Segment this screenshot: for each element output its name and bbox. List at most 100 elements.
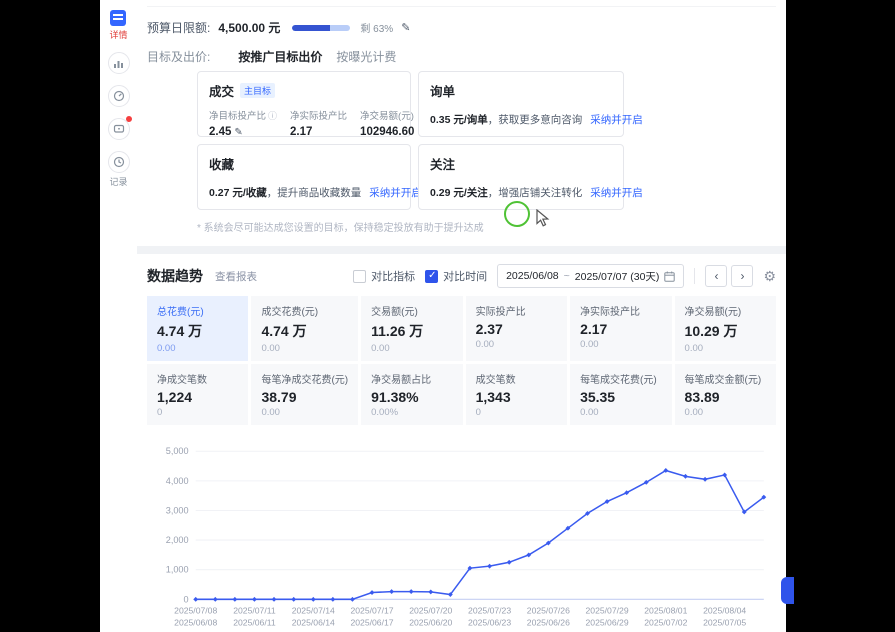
message-icon <box>108 118 130 140</box>
svg-text:1,000: 1,000 <box>166 565 189 575</box>
checkbox-unchecked-icon <box>353 270 366 283</box>
metric-card-cost-per-order[interactable]: 每笔成交花费(元)35.350.00 <box>570 364 671 425</box>
metric-card-orders[interactable]: 成交笔数1,3430 <box>466 364 567 425</box>
compare-metric-checkbox[interactable]: 对比指标 <box>353 268 415 284</box>
budget-progress-fill <box>292 25 330 31</box>
section-divider <box>137 246 786 254</box>
screen: 详情 记录 <box>0 0 895 632</box>
goal-card-title: 收藏 <box>209 154 234 173</box>
goal-card-deal[interactable]: 成交 主目标 净目标投产比ⓘ 2.45✎ 净实际投产比 2.17 <box>197 71 411 137</box>
budget-goal-section: 预算日限额: 4,500.00 元 剩 63% ✎ 目标及出价: 按推广目标出价… <box>147 6 776 234</box>
prev-period-button[interactable]: ‹ <box>705 265 727 287</box>
svg-text:2025/07/29: 2025/07/29 <box>586 606 629 616</box>
sidebar-item-detail[interactable]: 详情 <box>109 10 127 41</box>
budget-label: 预算日限额: <box>147 19 210 36</box>
metric-card-amount-per-order[interactable]: 每笔成交金额(元)83.890.00 <box>675 364 776 425</box>
metric-label: 净交易额(元) <box>360 108 414 122</box>
checkbox-checked-icon <box>425 270 438 283</box>
goal-cards-grid: 成交 主目标 净目标投产比ⓘ 2.45✎ 净实际投产比 2.17 <box>197 71 624 210</box>
sidebar-item-history[interactable]: 记录 <box>108 151 130 188</box>
sidebar-item-label: 详情 <box>109 28 127 41</box>
goal-card-follow: 关注 0.29 元/关注，增强店铺关注转化采纳并开启 <box>418 144 624 210</box>
goal-card-desc: 0.29 元/关注，增强店铺关注转化采纳并开启 <box>430 185 612 200</box>
history-icon <box>108 151 130 173</box>
budget-row: 预算日限额: 4,500.00 元 剩 63% ✎ <box>147 19 776 36</box>
svg-text:2025/06/08: 2025/06/08 <box>174 618 217 628</box>
view-report-link[interactable]: 查看报表 <box>215 269 257 284</box>
sidebar-item-diagnose[interactable] <box>108 85 130 107</box>
adopt-enable-link[interactable]: 采纳并开启 <box>369 187 422 199</box>
date-end: 2025/07/07 (30天) <box>575 269 660 284</box>
trend-section: 数据趋势 查看报表 对比指标 对比时间 2025/06/08 <box>147 264 776 632</box>
edit-roi-icon[interactable]: ✎ <box>234 127 242 138</box>
metric-card-total-spend[interactable]: 总花费(元)4.74 万0.00 <box>147 296 248 361</box>
trend-title: 数据趋势 <box>147 266 203 286</box>
metric-card-net-cost-per-order[interactable]: 每笔净成交花费(元)38.790.00 <box>251 364 358 425</box>
goal-bid-row: 目标及出价: 按推广目标出价 按曝光计费 <box>147 48 776 65</box>
svg-text:2025/07/05: 2025/07/05 <box>703 618 746 628</box>
goal-card-desc: 0.27 元/收藏，提升商品收藏数量采纳并开启 <box>209 185 399 200</box>
adopt-enable-link[interactable]: 采纳并开启 <box>590 114 643 126</box>
gauge-icon <box>108 85 130 107</box>
svg-text:2025/06/14: 2025/06/14 <box>292 618 335 628</box>
metric-card-net-gmv-ratio[interactable]: 净交易额占比91.38%0.00% <box>361 364 462 425</box>
sidebar-item-report[interactable] <box>108 52 130 74</box>
goal-card-title: 询单 <box>430 81 455 100</box>
goal-card-desc: 0.35 元/询单，获取更多意向咨询采纳并开启 <box>430 112 612 127</box>
next-period-button[interactable]: › <box>731 265 753 287</box>
goal-card-inquiry: 询单 0.35 元/询单，获取更多意向咨询采纳并开启 <box>418 71 624 137</box>
floating-side-button[interactable] <box>781 577 794 604</box>
svg-text:2025/07/23: 2025/07/23 <box>468 606 511 616</box>
sidebar-item-message[interactable] <box>108 118 130 140</box>
svg-text:3,000: 3,000 <box>166 505 189 515</box>
svg-text:2025/07/17: 2025/07/17 <box>350 606 393 616</box>
goal-card-title: 关注 <box>430 154 455 173</box>
divider <box>694 268 695 284</box>
trend-chart: 01,0002,0003,0004,0005,0002025/07/082025… <box>147 437 776 632</box>
svg-text:0: 0 <box>184 594 189 604</box>
svg-text:2025/07/26: 2025/07/26 <box>527 606 570 616</box>
metric-value: 2.17 <box>290 126 347 138</box>
svg-text:2025/06/26: 2025/06/26 <box>527 618 570 628</box>
metric-card-deal-spend[interactable]: 成交花费(元)4.74 万0.00 <box>251 296 358 361</box>
goal-bid-label: 目标及出价: <box>147 48 210 65</box>
compare-time-checkbox[interactable]: 对比时间 <box>425 268 487 284</box>
settings-gear-icon[interactable]: ⚙ <box>763 268 776 285</box>
date-range-picker[interactable]: 2025/06/08 ~ 2025/07/07 (30天) <box>497 264 684 288</box>
main-goal-badge: 主目标 <box>240 83 275 98</box>
svg-text:2025/06/29: 2025/06/29 <box>586 618 629 628</box>
metric-card-net-orders[interactable]: 净成交笔数1,2240 <box>147 364 248 425</box>
metric-label: 净实际投产比 <box>290 108 347 122</box>
svg-text:2025/07/11: 2025/07/11 <box>233 606 276 616</box>
mini-sidebar: 详情 记录 <box>100 0 137 632</box>
svg-text:2025/06/23: 2025/06/23 <box>468 618 511 628</box>
info-icon[interactable]: ⓘ <box>268 111 277 121</box>
adopt-enable-link[interactable]: 采纳并开启 <box>590 187 643 199</box>
edit-budget-icon[interactable]: ✎ <box>401 21 410 34</box>
svg-text:2025/07/14: 2025/07/14 <box>292 606 335 616</box>
date-start: 2025/06/08 <box>506 270 559 282</box>
sidebar-item-label: 记录 <box>109 175 127 188</box>
trend-header: 数据趋势 查看报表 对比指标 对比时间 2025/06/08 <box>147 264 776 288</box>
goal-note: * 系统会尽可能达成您设置的目标，保持稳定投放有助于提升达成 <box>197 219 776 234</box>
svg-text:2025/07/08: 2025/07/08 <box>174 606 217 616</box>
budget-value: 4,500.00 元 <box>218 19 280 36</box>
svg-text:2025/08/01: 2025/08/01 <box>644 606 687 616</box>
metric-value: 102946.60 <box>360 126 414 138</box>
metric-card-gmv[interactable]: 交易额(元)11.26 万0.00 <box>361 296 462 361</box>
tab-bid-by-impression[interactable]: 按曝光计费 <box>336 48 396 65</box>
tab-bid-by-goal[interactable]: 按推广目标出价 <box>238 48 322 65</box>
chart-icon <box>108 52 130 74</box>
notification-dot <box>126 116 132 122</box>
calendar-icon <box>664 271 675 282</box>
metric-card-roi[interactable]: 实际投产比2.370.00 <box>466 296 567 361</box>
svg-text:2025/06/20: 2025/06/20 <box>409 618 452 628</box>
svg-text:4,000: 4,000 <box>166 476 189 486</box>
goal-card-title: 成交 <box>209 81 234 100</box>
goal-card-favorite: 收藏 0.27 元/收藏，提升商品收藏数量采纳并开启 <box>197 144 411 210</box>
metric-card-net-gmv[interactable]: 净交易额(元)10.29 万0.00 <box>675 296 776 361</box>
svg-text:5,000: 5,000 <box>166 446 189 456</box>
app-window: 详情 记录 <box>100 0 786 632</box>
metric-card-net-roi[interactable]: 净实际投产比2.170.00 <box>570 296 671 361</box>
svg-text:2025/08/04: 2025/08/04 <box>703 606 746 616</box>
